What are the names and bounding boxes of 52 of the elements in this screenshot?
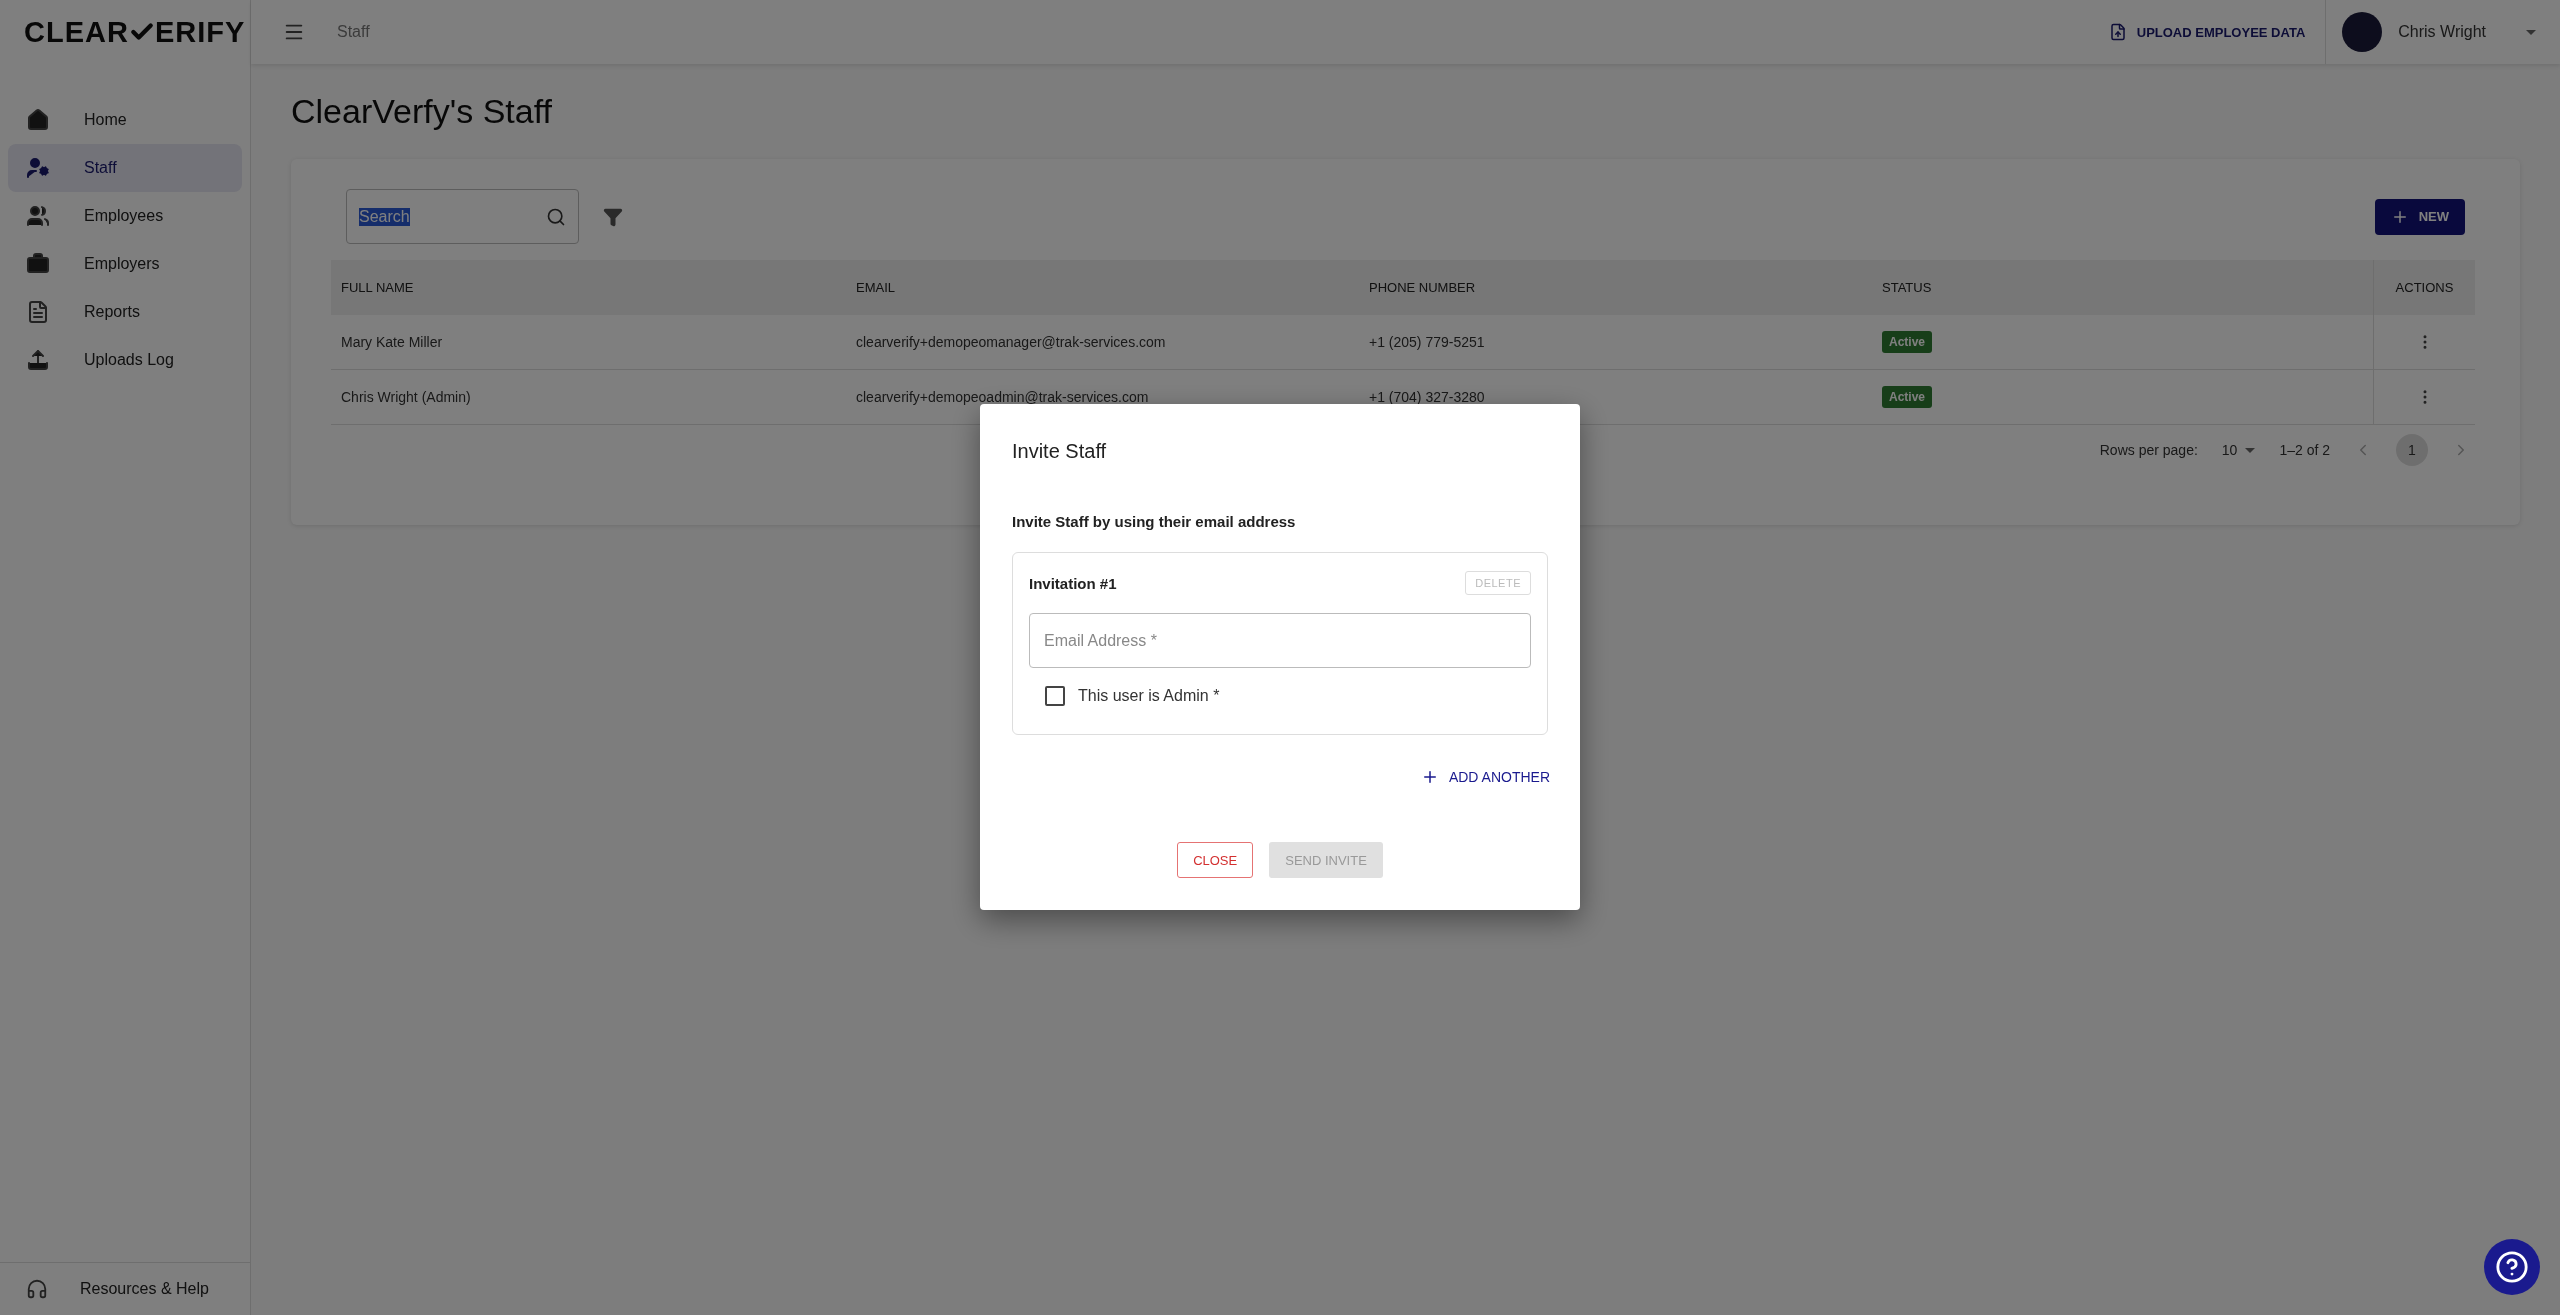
logo-text: ERIFY — [154, 15, 246, 49]
upload-icon — [26, 348, 50, 372]
table-cell: Chris Wright (Admin) — [331, 370, 846, 425]
resources-help-link[interactable]: Resources & Help — [0, 1262, 250, 1315]
upload-data-button[interactable]: UPLOAD EMPLOYEE DATA — [2096, 15, 2318, 49]
page-range: 1–2 of 2 — [2279, 442, 2330, 458]
column-header: FULL NAME — [331, 260, 846, 315]
new-button[interactable]: NEW — [2374, 198, 2465, 235]
user-gear-icon — [26, 156, 50, 180]
caret-icon[interactable] — [2526, 29, 2536, 35]
search-field[interactable]: Search — [346, 189, 579, 244]
sidebar-item[interactable]: Employees — [8, 192, 242, 240]
invitation-heading: Invitation #1 — [1029, 574, 1117, 592]
page-button[interactable]: 1 — [2396, 434, 2428, 466]
column-header: EMAIL — [846, 260, 1359, 315]
table-cell: +1 (205) 779-5251 — [1359, 315, 1872, 370]
table-cell: clearverify+demopeomanager@trak-services.com — [846, 315, 1359, 370]
sidebar-item[interactable]: Reports — [8, 288, 242, 336]
rows-per-page-label: Rows per page: — [2099, 442, 2198, 458]
briefcase-icon — [26, 252, 50, 276]
breadcrumb: Staff — [337, 23, 371, 41]
document-icon — [26, 300, 50, 324]
logo-text: CLEAR — [24, 15, 129, 49]
column-header: ACTIONS — [2373, 260, 2475, 315]
table-cell: Mary Kate Miller — [331, 315, 846, 370]
avatar[interactable] — [2342, 12, 2383, 52]
headset-icon — [26, 1278, 48, 1300]
help-icon — [2495, 1250, 2529, 1284]
user-name: Chris Wright — [2398, 23, 2486, 41]
checkbox-label: This user is Admin * — [1078, 687, 1220, 705]
filter-icon[interactable] — [603, 206, 623, 227]
admin-checkbox[interactable] — [1045, 686, 1065, 706]
sidebar-item[interactable]: Employers — [8, 240, 242, 288]
sidebar-item[interactable]: Staff — [8, 144, 242, 192]
status-badge: Active — [1882, 386, 1933, 408]
add-another-button[interactable]: ADD ANOTHER — [1414, 767, 1556, 787]
rows-per-page-select[interactable]: 10 — [2221, 442, 2256, 458]
home-icon — [26, 108, 50, 132]
dialog-title: Invite Staff — [1012, 440, 1108, 463]
column-header: PHONE NUMBER — [1359, 260, 1872, 315]
people-icon — [26, 204, 50, 228]
search-icon[interactable] — [546, 206, 566, 227]
column-header: STATUS — [1872, 260, 2373, 315]
close-button[interactable]: CLOSE — [1177, 842, 1254, 878]
status-badge: Active — [1882, 331, 1933, 353]
dialog-subtitle: Invite Staff by using their email address — [1012, 513, 1297, 530]
sidebar-item[interactable]: Home — [8, 96, 242, 144]
help-button[interactable] — [2484, 1239, 2540, 1295]
file-upload-icon — [2108, 23, 2127, 41]
sidebar-item[interactable]: Uploads Log — [8, 336, 242, 384]
page-title: ClearVerfy's Staff — [291, 92, 553, 131]
email-field[interactable]: Email Address * — [1029, 613, 1531, 668]
